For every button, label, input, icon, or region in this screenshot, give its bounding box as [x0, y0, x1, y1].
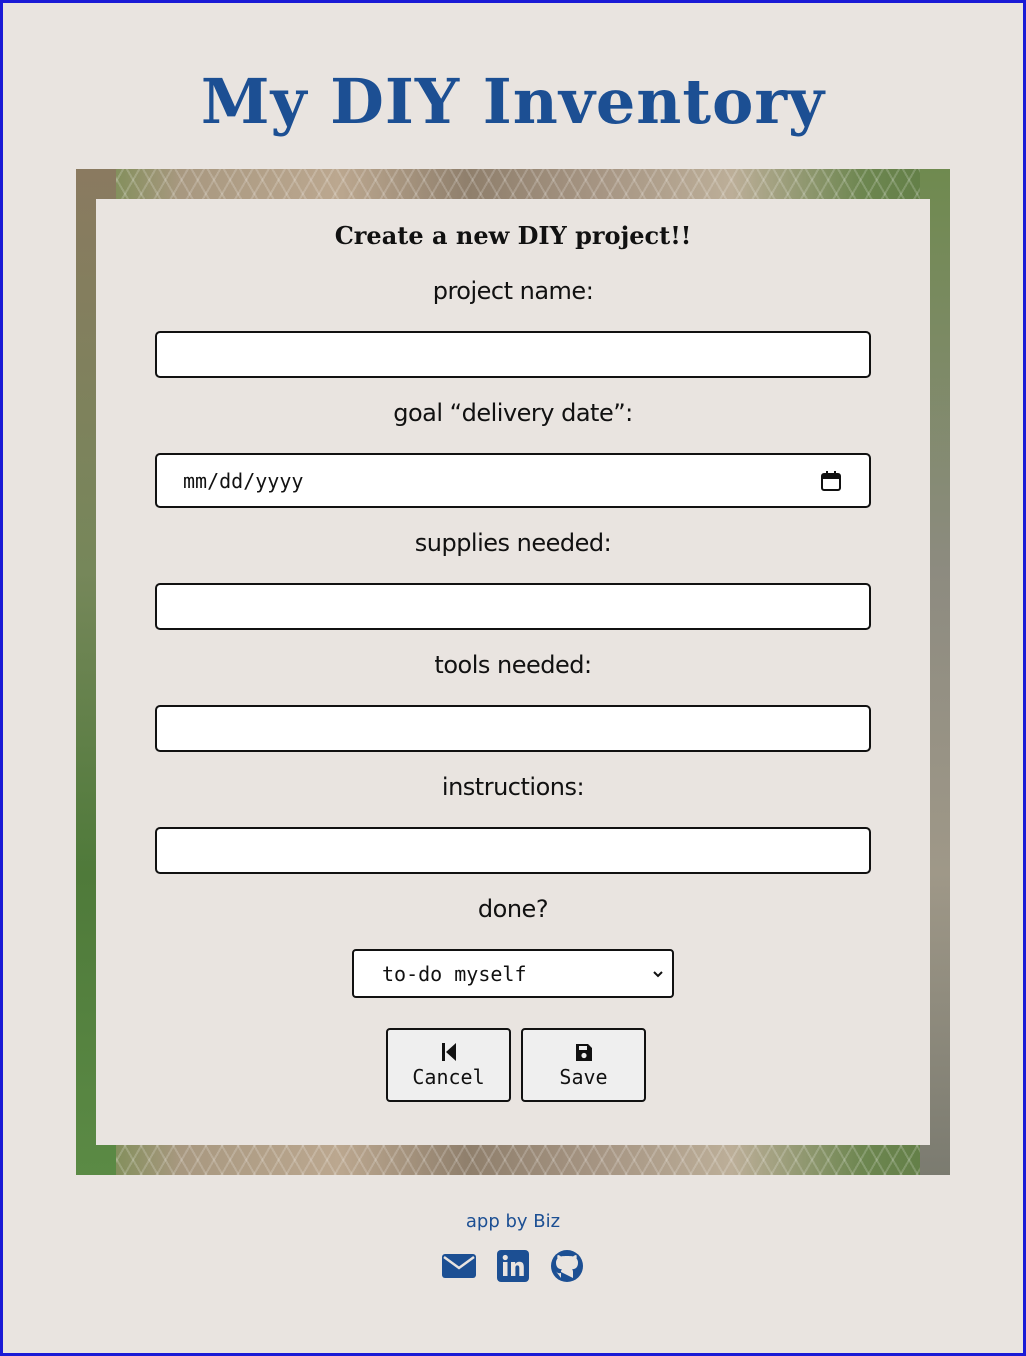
- save-label: Save: [559, 1065, 608, 1089]
- tools-input[interactable]: [155, 705, 871, 752]
- save-icon: [575, 1044, 592, 1061]
- delivery-date-input[interactable]: mm/dd/yyyy: [155, 453, 871, 508]
- save-button[interactable]: Save: [521, 1028, 646, 1102]
- email-link[interactable]: [441, 1248, 477, 1284]
- cancel-button[interactable]: Cancel: [386, 1028, 511, 1102]
- date-placeholder: mm/dd/yyyy: [183, 468, 304, 493]
- github-link[interactable]: [549, 1248, 585, 1284]
- tools-label: tools needed:: [434, 651, 592, 679]
- project-form: Create a new DIY project!! project name:…: [96, 199, 930, 1145]
- footer-credit: app by Biz: [465, 1211, 561, 1232]
- done-select-value: to-do myself: [382, 961, 527, 986]
- project-name-input[interactable]: [155, 331, 871, 378]
- delivery-date-label: goal “delivery date”:: [393, 399, 633, 427]
- project-name-label: project name:: [432, 277, 594, 305]
- cancel-label: Cancel: [412, 1065, 485, 1089]
- supplies-label: supplies needed:: [414, 529, 612, 557]
- chevron-down-icon: [653, 970, 663, 977]
- linkedin-link[interactable]: [495, 1248, 531, 1284]
- form-heading: Create a new DIY project!!: [334, 221, 692, 250]
- envelope-icon: [442, 1254, 476, 1278]
- linkedin-icon: [497, 1250, 529, 1282]
- calendar-icon[interactable]: [819, 469, 843, 493]
- skip-back-icon: [441, 1043, 456, 1061]
- done-select[interactable]: to-do myself: [352, 949, 674, 998]
- instructions-input[interactable]: [155, 827, 871, 874]
- supplies-input[interactable]: [155, 583, 871, 630]
- instructions-label: instructions:: [441, 773, 585, 801]
- github-icon: [551, 1250, 583, 1282]
- site-title: My DIY Inventory: [200, 65, 826, 138]
- social-links: [3, 1248, 1023, 1284]
- done-label: done?: [477, 895, 549, 923]
